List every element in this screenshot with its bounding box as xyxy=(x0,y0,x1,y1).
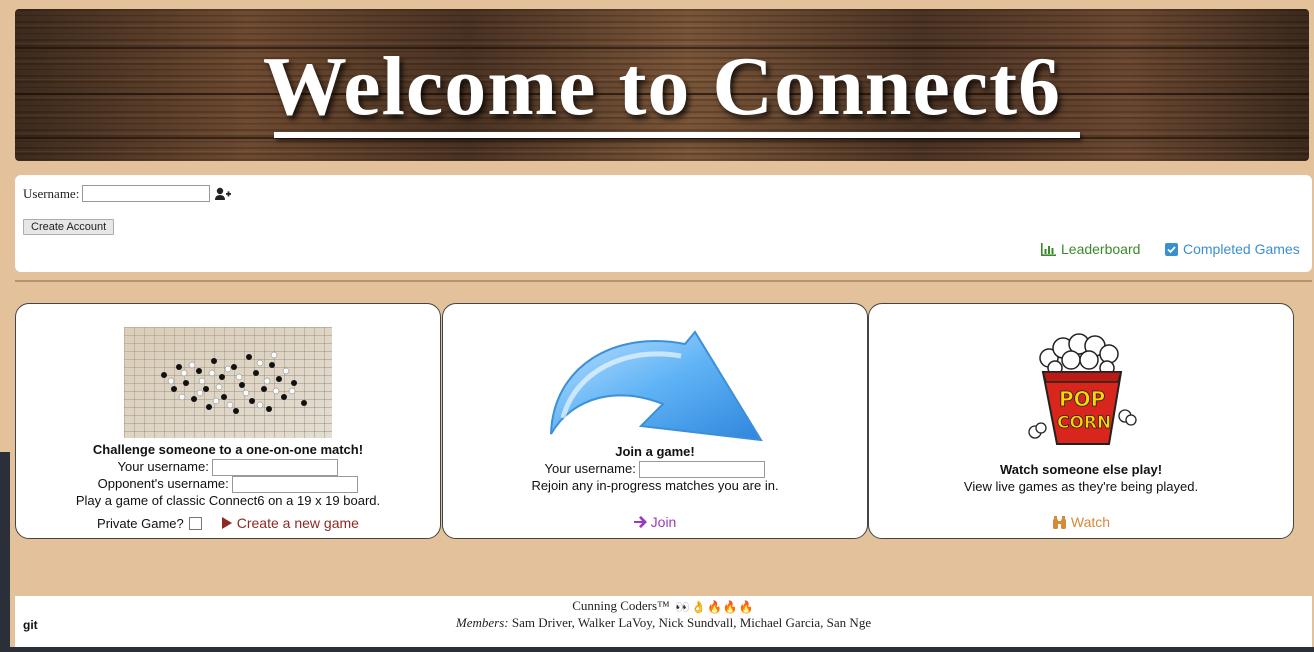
eyes-icon: 👀 xyxy=(675,600,690,615)
username-input[interactable] xyxy=(82,185,211,202)
join-username-input[interactable] xyxy=(639,461,766,479)
join-form: Join a game! Your username: Rejoin any i… xyxy=(443,443,867,494)
fire-icon: 🔥 xyxy=(722,600,738,615)
popcorn-graphic: POP CORN xyxy=(1028,333,1137,445)
private-game-label: Private Game? xyxy=(97,515,184,531)
create-game-label: Create a new game xyxy=(236,515,359,531)
join-link[interactable]: Join xyxy=(443,514,867,530)
ok-hand-icon: 👌 xyxy=(691,600,706,615)
your-username-row: Your username: xyxy=(16,458,440,477)
watch-info: Watch someone else play! View live games… xyxy=(869,461,1293,495)
watch-link[interactable]: Watch xyxy=(869,514,1293,530)
your-username-label: Your username: xyxy=(117,459,209,474)
join-description: Rejoin any in-progress matches you are i… xyxy=(531,478,779,493)
watch-label: Watch xyxy=(1070,514,1111,530)
check-square-icon xyxy=(1165,242,1178,256)
completed-games-label: Completed Games xyxy=(1183,241,1300,257)
play-icon xyxy=(221,517,232,529)
fire-icon: 🔥 xyxy=(706,600,722,615)
create-game-link[interactable]: Create a new game xyxy=(221,515,359,531)
screen-edge-bottom xyxy=(0,647,1314,652)
team-name-row: Cunning Coders™ 👀 👌 🔥 🔥 🔥 xyxy=(15,598,1312,614)
join-heading: Join a game! xyxy=(615,444,695,459)
title-underline xyxy=(274,132,1080,138)
opponent-username-row: Opponent's username: xyxy=(16,475,440,494)
arrow-right-icon xyxy=(633,516,647,528)
section-divider xyxy=(15,280,1312,282)
account-panel: Username: Create Account Leaderboard Com… xyxy=(15,175,1312,272)
curved-arrow-graphic xyxy=(550,330,763,442)
join-username-label: Your username: xyxy=(544,461,636,476)
challenge-form: Challenge someone to a one-on-one match!… xyxy=(16,441,440,509)
completed-games-link[interactable]: Completed Games xyxy=(1165,241,1300,257)
leaderboard-label: Leaderboard xyxy=(1061,241,1141,257)
header-banner: Welcome to Connect6 xyxy=(15,9,1309,161)
challenge-description: Play a game of classic Connect6 on a 19 … xyxy=(75,493,381,508)
fire-icon: 🔥 xyxy=(738,600,754,615)
svg-text:POP: POP xyxy=(1059,387,1105,411)
create-account-button[interactable]: Create Account xyxy=(23,219,115,235)
leaderboard-link[interactable]: Leaderboard xyxy=(1041,241,1140,257)
svg-text:CORN: CORN xyxy=(1057,413,1111,433)
footer: git Cunning Coders™ 👀 👌 🔥 🔥 🔥 Members: S… xyxy=(15,596,1312,647)
members-row: Members: Sam Driver, Walker LaVoy, Nick … xyxy=(15,615,1312,631)
members-list: Sam Driver, Walker LaVoy, Nick Sundvall,… xyxy=(511,615,872,630)
team-name: Cunning Coders™ xyxy=(572,598,670,613)
join-username-row: Your username: xyxy=(443,460,867,479)
username-label: Username: xyxy=(23,185,80,201)
watch-description: View live games as they're being played. xyxy=(963,479,1199,494)
binoculars-icon xyxy=(1052,515,1066,529)
page-title: Welcome to Connect6 xyxy=(262,40,1062,133)
join-label: Join xyxy=(650,514,677,530)
username-row: Username: xyxy=(23,185,232,202)
watch-heading: Watch someone else play! xyxy=(999,462,1163,477)
watch-card: POP CORN Watch someone else play! View l… xyxy=(868,303,1294,539)
members-label: Members: xyxy=(455,615,509,630)
screen-edge xyxy=(0,452,10,652)
join-card: Join a game! Your username: Rejoin any i… xyxy=(442,303,868,539)
connect6-board-photo xyxy=(124,327,332,438)
challenge-card: Challenge someone to a one-on-one match!… xyxy=(15,303,441,539)
team-emojis: 👀 👌 🔥 🔥 🔥 xyxy=(675,600,755,614)
bar-chart-icon xyxy=(1041,242,1056,256)
opponent-username-label: Opponent's username: xyxy=(97,476,229,491)
user-plus-icon[interactable] xyxy=(215,187,232,201)
opponent-username-input[interactable] xyxy=(232,476,359,494)
challenge-actions: Private Game? Create a new game xyxy=(16,515,440,531)
private-game-checkbox[interactable] xyxy=(188,516,202,530)
challenge-username-input[interactable] xyxy=(212,459,339,477)
challenge-heading: Challenge someone to a one-on-one match! xyxy=(92,442,364,457)
